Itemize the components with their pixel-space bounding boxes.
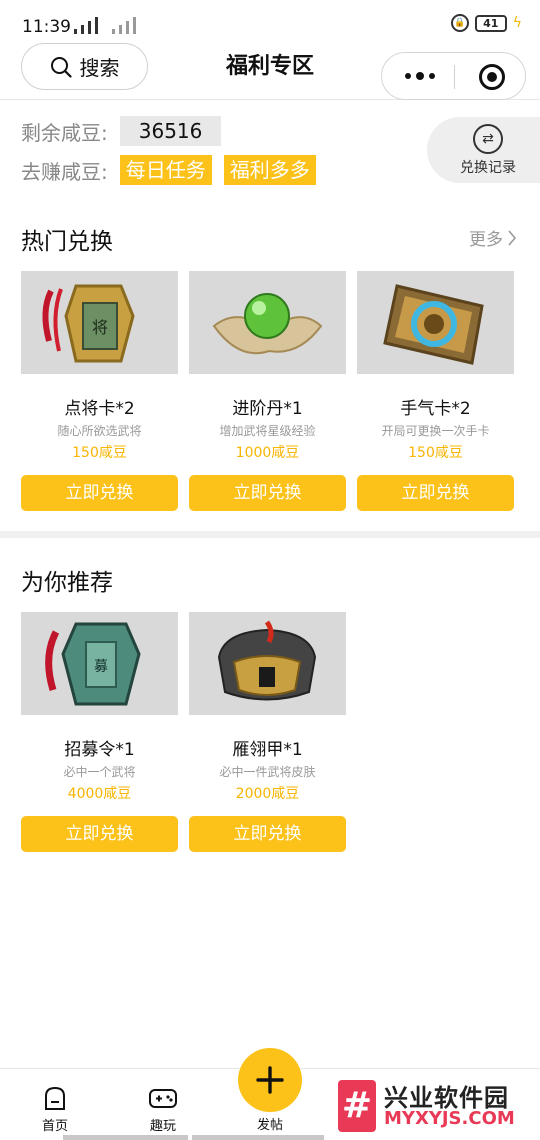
recommend-item-card: 募 招募令*1 必中一个武将 4000咸豆 立即兑换 [21,612,178,852]
item-desc: 开局可更换一次手卡 [381,424,490,438]
item-name: 进阶丹*1 [232,399,303,419]
nav-play-label: 趣玩 [149,1119,176,1134]
status-time: 11:39 [22,17,71,37]
hot-item-card: 将 点将卡*2 随心所欲选武将 150咸豆 立即兑换 [21,271,178,511]
hot-item-image[interactable] [357,271,514,374]
gamepad-icon [149,1089,177,1108]
balance-row: 剩余咸豆: 36516 [21,116,222,146]
hot-item-image[interactable]: 将 [21,271,178,374]
more-link[interactable]: 更多 [469,225,517,250]
item-price: 2000咸豆 [235,786,300,802]
earn-row: 去赚咸豆: 每日任务 福利多多 [21,155,316,185]
remaining-label: 剩余咸豆: [21,120,108,145]
redeem-button[interactable]: 立即兑换 [21,475,178,511]
exchange-record-button[interactable]: ⇄ 兑换记录 [427,117,540,183]
redeem-button[interactable]: 立即兑换 [189,475,346,511]
recruit-token-icon: 募 [45,622,141,706]
hot-item-card: 进阶丹*1 增加武将星级经验 1000咸豆 立即兑换 [189,271,346,511]
item-price: 150咸豆 [408,445,463,461]
charging-icon: ϟ [512,15,522,31]
signal-icon [74,16,136,34]
gesture-bar [192,1135,324,1140]
capsule-divider [454,65,455,89]
recommend-item-image[interactable]: 募 [21,612,178,715]
recommend-item-image[interactable] [189,612,346,715]
armor-icon [217,620,317,701]
post-label: 发帖 [256,1118,283,1133]
item-name: 招募令*1 [64,740,135,760]
luck-card-icon [383,284,484,365]
redeem-button[interactable]: 立即兑换 [189,816,346,852]
elixir-pill-icon [212,293,323,355]
exchange-icon: ⇄ [473,124,503,154]
hot-item-image[interactable] [189,271,346,374]
nav-play[interactable]: 趣玩 [133,1085,193,1134]
gesture-bar [63,1135,188,1140]
redeem-button[interactable]: 立即兑换 [21,816,178,852]
hot-item-card: 手气卡*2 开局可更换一次手卡 150咸豆 立即兑换 [357,271,514,511]
more-label: 更多 [469,230,503,250]
section-separator [0,531,540,538]
item-name: 手气卡*2 [400,399,471,419]
svg-text:将: 将 [92,318,108,337]
item-price: 1000咸豆 [235,445,300,461]
nav-home-label: 首页 [41,1119,68,1134]
item-name: 雁翎甲*1 [232,740,303,760]
header: 搜索 福利专区 [0,40,540,100]
item-desc: 随心所欲选武将 [57,424,142,438]
status-bar: 11:39 🔒 41 ϟ [0,0,540,40]
post-button[interactable] [238,1048,302,1112]
item-price: 4000咸豆 [67,786,132,802]
battery-icon: 41 [474,14,507,32]
general-card-icon: 将 [42,284,135,363]
remaining-value: 36516 [119,116,222,146]
plus-icon [256,1066,284,1094]
watermark-text-en: MYXYJS.COM [384,1108,515,1129]
watermark: # 兴业软件园 MYXYJS.COM [330,1070,540,1140]
recommend-item-card: 雁翎甲*1 必中一件武将皮肤 2000咸豆 立即兑换 [189,612,346,852]
daily-task-tag[interactable]: 每日任务 [119,155,212,185]
watermark-logo-icon: # [338,1080,376,1132]
close-target-icon[interactable] [479,64,505,90]
mini-program-capsule [381,52,526,100]
item-price: 150咸豆 [72,445,127,461]
chevron-right-icon [508,229,517,246]
hot-section-title: 热门兑换 [21,229,113,255]
home-icon [45,1086,65,1110]
rotation-lock-icon: 🔒 [450,14,469,32]
welfare-tag[interactable]: 福利多多 [223,155,316,185]
nav-home[interactable]: 首页 [25,1085,85,1134]
item-name: 点将卡*2 [64,399,135,419]
item-desc: 必中一件武将皮肤 [219,765,316,779]
more-options-icon[interactable] [402,53,438,99]
earn-label: 去赚咸豆: [21,159,108,184]
recommend-section-title: 为你推荐 [21,570,113,596]
svg-text:募: 募 [94,659,108,675]
exchange-record-label: 兑换记录 [460,160,516,176]
redeem-button[interactable]: 立即兑换 [357,475,514,511]
item-desc: 增加武将星级经验 [219,424,316,438]
item-desc: 必中一个武将 [63,765,136,779]
